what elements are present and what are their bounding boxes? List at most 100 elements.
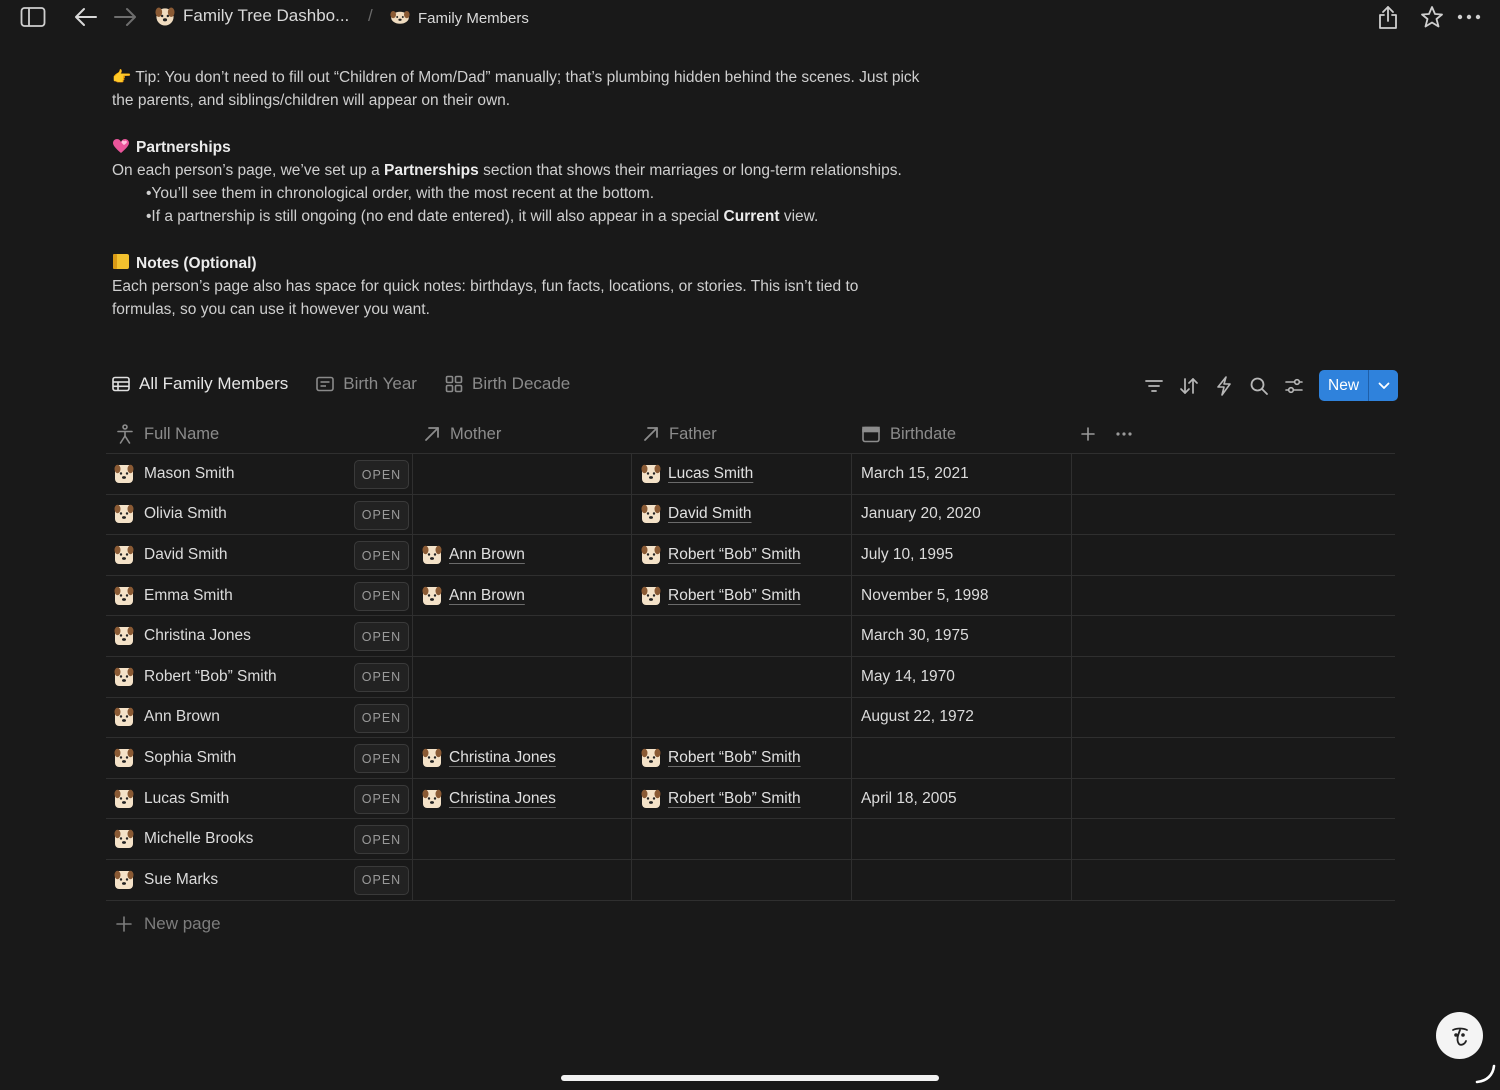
mother-cell[interactable] (422, 860, 622, 900)
table-row[interactable]: Michelle Brooks OPEN (106, 819, 1395, 860)
full-name-cell[interactable]: Sophia Smith (114, 738, 236, 778)
mother-cell[interactable]: Ann Brown (422, 576, 525, 616)
birthdate-cell[interactable]: April 18, 2005 (861, 779, 957, 819)
full-name-cell[interactable]: Sue Marks (114, 860, 218, 900)
forward-arrow-icon[interactable] (112, 4, 138, 30)
full-name-cell[interactable]: Ann Brown (114, 698, 220, 738)
full-name-cell[interactable]: Robert “Bob” Smith (114, 657, 277, 697)
table-row[interactable]: Christina Jones OPEN March 30, 1975 (106, 616, 1395, 657)
more-options-icon[interactable] (1456, 4, 1482, 30)
sidebar-toggle-icon[interactable] (20, 4, 46, 30)
open-page-button[interactable]: OPEN (354, 500, 409, 530)
birthdate-cell[interactable]: January 20, 2020 (861, 495, 981, 535)
mother-cell[interactable]: Christina Jones (422, 738, 556, 778)
new-record-button[interactable]: New (1319, 370, 1399, 401)
open-page-button[interactable]: OPEN (354, 825, 409, 855)
father-cell[interactable]: Robert “Bob” Smith (641, 738, 801, 778)
father-cell[interactable] (641, 616, 841, 656)
automation-bolt-icon[interactable] (1206, 371, 1241, 401)
mother-link[interactable]: Christina Jones (449, 749, 556, 767)
father-cell[interactable]: Robert “Bob” Smith (641, 576, 801, 616)
table-row[interactable]: Robert “Bob” Smith OPEN May 14, 1970 (106, 656, 1395, 698)
add-property-button[interactable] (1080, 414, 1096, 454)
share-icon[interactable] (1375, 4, 1401, 30)
open-page-button[interactable]: OPEN (354, 581, 409, 611)
birthdate-cell[interactable]: November 5, 1998 (861, 576, 989, 616)
table-row[interactable]: Lucas Smith OPEN Christina Jones Robert “Bo… (106, 778, 1395, 820)
filter-icon[interactable] (1136, 371, 1171, 401)
full-name-cell[interactable]: Olivia Smith (114, 495, 227, 535)
mother-cell[interactable] (422, 495, 622, 535)
mother-cell[interactable] (422, 454, 622, 494)
table-row[interactable]: Emma Smith OPEN Ann Brown Robert “Bob” Smit… (106, 575, 1395, 617)
column-father[interactable]: Father (643, 414, 717, 454)
father-cell[interactable] (641, 698, 841, 738)
new-page-button[interactable]: New page (116, 914, 221, 934)
chevron-down-icon[interactable] (1368, 370, 1398, 401)
breadcrumb-current[interactable]: Family Members (390, 8, 529, 28)
full-name-cell[interactable]: Lucas Smith (114, 779, 229, 819)
open-page-button[interactable]: OPEN (354, 865, 409, 895)
table-row[interactable]: Ann Brown OPEN August 22, 1972 (106, 697, 1395, 739)
father-link[interactable]: Robert “Bob” Smith (668, 546, 801, 564)
sort-icon[interactable] (1171, 371, 1206, 401)
full-name-cell[interactable]: Michelle Brooks (114, 819, 253, 859)
mother-cell[interactable]: Christina Jones (422, 779, 556, 819)
full-name-cell[interactable]: Mason Smith (114, 454, 234, 494)
view-settings-icon[interactable] (1276, 371, 1311, 401)
breadcrumb-parent[interactable]: Family Tree Dashbo... (155, 6, 349, 26)
table-row[interactable]: David Smith OPEN Ann Brown Robert “Bob” Smi… (106, 535, 1395, 576)
father-link[interactable]: Lucas Smith (668, 465, 753, 483)
column-options-icon[interactable] (1116, 414, 1132, 454)
mother-cell[interactable] (422, 657, 622, 697)
father-cell[interactable]: Lucas Smith (641, 454, 753, 494)
full-name-cell[interactable]: Emma Smith (114, 576, 233, 616)
table-row[interactable]: Sue Marks OPEN (106, 859, 1395, 901)
open-page-button[interactable]: OPEN (354, 662, 409, 692)
open-page-button[interactable]: OPEN (354, 784, 409, 814)
full-name-cell[interactable]: David Smith (114, 535, 228, 575)
favorite-star-icon[interactable] (1419, 4, 1445, 30)
back-arrow-icon[interactable] (73, 4, 99, 30)
father-cell[interactable] (641, 860, 841, 900)
father-cell[interactable]: Robert “Bob” Smith (641, 535, 801, 575)
bullet-chronological: •You’ll see them in chronological order,… (146, 185, 655, 202)
father-cell[interactable] (641, 819, 841, 859)
father-cell[interactable]: David Smith (641, 495, 752, 535)
mother-link[interactable]: Ann Brown (449, 587, 525, 605)
column-full-name[interactable]: Full Name (116, 414, 219, 454)
column-mother[interactable]: Mother (424, 414, 501, 454)
open-page-button[interactable]: OPEN (354, 744, 409, 774)
table-row[interactable]: Sophia Smith OPEN Christina Jones Robert “B… (106, 738, 1395, 779)
birthdate-cell[interactable]: July 10, 1995 (861, 535, 953, 575)
mother-cell[interactable] (422, 698, 622, 738)
mother-cell[interactable]: Ann Brown (422, 535, 525, 575)
mother-cell[interactable] (422, 819, 622, 859)
father-link[interactable]: David Smith (668, 505, 752, 523)
mother-cell[interactable] (422, 616, 622, 656)
father-link[interactable]: Robert “Bob” Smith (668, 749, 801, 767)
tab-birth-decade[interactable]: Birth Decade (445, 374, 570, 394)
tab-birth-year[interactable]: Birth Year (316, 374, 417, 394)
father-link[interactable]: Robert “Bob” Smith (668, 790, 801, 808)
birthdate-cell[interactable]: May 14, 1970 (861, 657, 955, 697)
mother-link[interactable]: Christina Jones (449, 790, 556, 808)
column-birthdate[interactable]: Birthdate (862, 414, 956, 454)
mother-link[interactable]: Ann Brown (449, 546, 525, 564)
father-cell[interactable]: Robert “Bob” Smith (641, 779, 801, 819)
birthdate-cell[interactable]: August 22, 1972 (861, 698, 974, 738)
search-icon[interactable] (1241, 371, 1276, 401)
father-cell[interactable] (641, 657, 841, 697)
birthdate-cell[interactable]: March 15, 2021 (861, 454, 969, 494)
open-page-button[interactable]: OPEN (354, 460, 409, 489)
open-page-button[interactable]: OPEN (354, 541, 409, 571)
table-row[interactable]: Mason Smith OPEN Lucas Smith March 15, 2021 (106, 454, 1395, 495)
notion-ai-button[interactable] (1436, 1012, 1483, 1059)
table-row[interactable]: Olivia Smith OPEN David Smith January 20, 2… (106, 494, 1395, 536)
tab-all-family-members[interactable]: All Family Members (112, 374, 288, 394)
open-page-button[interactable]: OPEN (354, 622, 409, 652)
open-page-button[interactable]: OPEN (354, 703, 409, 733)
full-name-cell[interactable]: Christina Jones (114, 616, 251, 656)
father-link[interactable]: Robert “Bob” Smith (668, 587, 801, 605)
birthdate-cell[interactable]: March 30, 1975 (861, 616, 969, 656)
